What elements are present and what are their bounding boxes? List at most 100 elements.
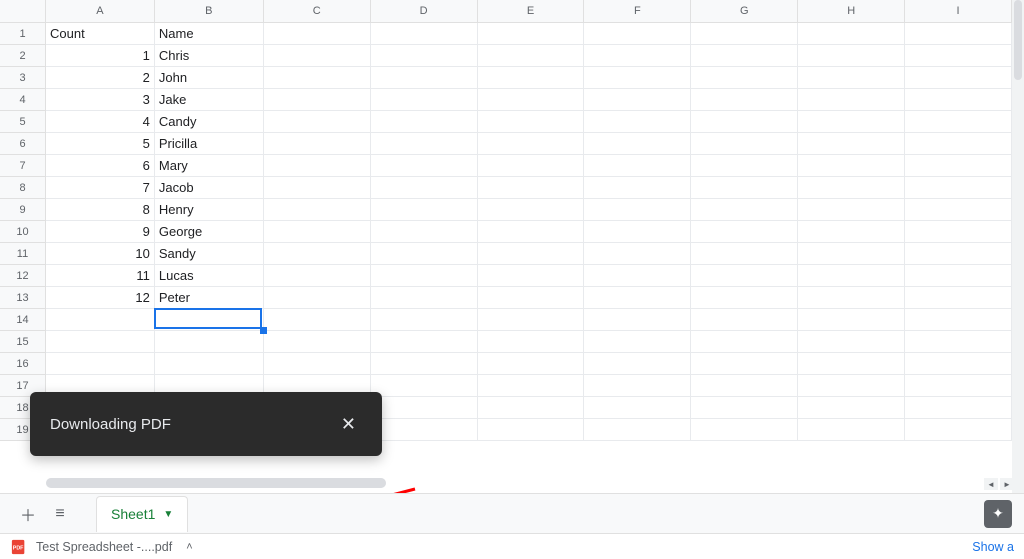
cell[interactable] bbox=[584, 265, 691, 287]
row-header[interactable]: 16 bbox=[0, 353, 46, 375]
cell[interactable] bbox=[798, 243, 905, 265]
cell[interactable] bbox=[478, 353, 585, 375]
cell[interactable] bbox=[371, 309, 478, 331]
cell[interactable] bbox=[478, 419, 585, 441]
row-header[interactable]: 6 bbox=[0, 133, 46, 155]
cell[interactable] bbox=[371, 23, 478, 45]
cell[interactable] bbox=[905, 331, 1012, 353]
cell[interactable] bbox=[584, 199, 691, 221]
all-sheets-button[interactable]: ≡ bbox=[44, 498, 76, 530]
cell[interactable] bbox=[478, 331, 585, 353]
row-header[interactable]: 8 bbox=[0, 177, 46, 199]
column-header-a[interactable]: A bbox=[46, 0, 155, 23]
cell[interactable] bbox=[798, 331, 905, 353]
cell[interactable] bbox=[798, 133, 905, 155]
cell[interactable]: Chris bbox=[155, 45, 264, 67]
cell[interactable]: George bbox=[155, 221, 264, 243]
row-header[interactable]: 3 bbox=[0, 67, 46, 89]
cell[interactable] bbox=[371, 287, 478, 309]
cell[interactable]: John bbox=[155, 67, 264, 89]
cell[interactable] bbox=[691, 111, 798, 133]
cell[interactable]: 5 bbox=[46, 133, 155, 155]
row-header[interactable]: 4 bbox=[0, 89, 46, 111]
cell[interactable] bbox=[478, 309, 585, 331]
vertical-scrollbar[interactable] bbox=[1012, 0, 1024, 493]
row-header[interactable]: 1 bbox=[0, 23, 46, 45]
cell[interactable] bbox=[905, 89, 1012, 111]
cell[interactable] bbox=[584, 397, 691, 419]
cell[interactable] bbox=[371, 375, 478, 397]
cell[interactable] bbox=[905, 67, 1012, 89]
cell[interactable] bbox=[371, 353, 478, 375]
cell[interactable] bbox=[155, 309, 264, 331]
cell[interactable] bbox=[264, 265, 371, 287]
download-menu-chevron[interactable]: ˄ bbox=[182, 537, 196, 557]
row-header[interactable]: 2 bbox=[0, 45, 46, 67]
cell[interactable] bbox=[905, 353, 1012, 375]
cell[interactable]: Peter bbox=[155, 287, 264, 309]
row-header[interactable]: 7 bbox=[0, 155, 46, 177]
row-header[interactable]: 5 bbox=[0, 111, 46, 133]
cell[interactable] bbox=[264, 353, 371, 375]
cell[interactable] bbox=[691, 45, 798, 67]
cell[interactable] bbox=[478, 111, 585, 133]
cell[interactable] bbox=[905, 309, 1012, 331]
cell[interactable] bbox=[905, 419, 1012, 441]
select-all-corner[interactable] bbox=[0, 0, 46, 23]
cell[interactable] bbox=[905, 221, 1012, 243]
column-header-b[interactable]: B bbox=[155, 0, 264, 23]
cell[interactable] bbox=[691, 177, 798, 199]
cell[interactable] bbox=[371, 133, 478, 155]
cell[interactable] bbox=[478, 23, 585, 45]
cell[interactable] bbox=[584, 375, 691, 397]
download-filename[interactable]: Test Spreadsheet -....pdf bbox=[36, 540, 172, 554]
cell[interactable] bbox=[798, 287, 905, 309]
cell[interactable] bbox=[46, 331, 155, 353]
cell[interactable] bbox=[798, 199, 905, 221]
cell[interactable]: 8 bbox=[46, 199, 155, 221]
cell[interactable] bbox=[584, 221, 691, 243]
cell[interactable]: 1 bbox=[46, 45, 155, 67]
column-header-h[interactable]: H bbox=[798, 0, 905, 23]
chevron-down-icon[interactable]: ▼ bbox=[163, 509, 173, 520]
cell[interactable] bbox=[905, 133, 1012, 155]
cell[interactable] bbox=[371, 89, 478, 111]
cell[interactable] bbox=[691, 67, 798, 89]
cell[interactable] bbox=[798, 397, 905, 419]
cell[interactable] bbox=[798, 89, 905, 111]
column-header-d[interactable]: D bbox=[371, 0, 478, 23]
cell[interactable] bbox=[584, 133, 691, 155]
cell[interactable] bbox=[478, 133, 585, 155]
cell[interactable] bbox=[798, 111, 905, 133]
cell[interactable] bbox=[264, 45, 371, 67]
cell[interactable] bbox=[371, 221, 478, 243]
cell[interactable]: 7 bbox=[46, 177, 155, 199]
cell[interactable] bbox=[584, 419, 691, 441]
cell[interactable] bbox=[478, 287, 585, 309]
cell[interactable] bbox=[905, 111, 1012, 133]
cell[interactable] bbox=[584, 177, 691, 199]
cell[interactable] bbox=[46, 353, 155, 375]
cell[interactable] bbox=[478, 177, 585, 199]
cell[interactable] bbox=[798, 45, 905, 67]
explore-button[interactable]: ✦ bbox=[984, 500, 1012, 528]
cell[interactable] bbox=[371, 199, 478, 221]
cell[interactable] bbox=[478, 243, 585, 265]
cell[interactable]: Sandy bbox=[155, 243, 264, 265]
cell[interactable]: 4 bbox=[46, 111, 155, 133]
row-header[interactable]: 14 bbox=[0, 309, 46, 331]
cell[interactable]: Mary bbox=[155, 155, 264, 177]
cell[interactable] bbox=[691, 353, 798, 375]
cell[interactable] bbox=[584, 243, 691, 265]
cell[interactable] bbox=[798, 353, 905, 375]
cell[interactable] bbox=[264, 155, 371, 177]
cell[interactable]: Count bbox=[46, 23, 155, 45]
row-header[interactable]: 13 bbox=[0, 287, 46, 309]
column-header-e[interactable]: E bbox=[478, 0, 585, 23]
cell[interactable] bbox=[478, 67, 585, 89]
cell[interactable] bbox=[264, 23, 371, 45]
cell[interactable] bbox=[264, 199, 371, 221]
horizontal-scroll-thumb[interactable] bbox=[46, 478, 386, 488]
cell[interactable] bbox=[798, 309, 905, 331]
cell[interactable] bbox=[691, 331, 798, 353]
